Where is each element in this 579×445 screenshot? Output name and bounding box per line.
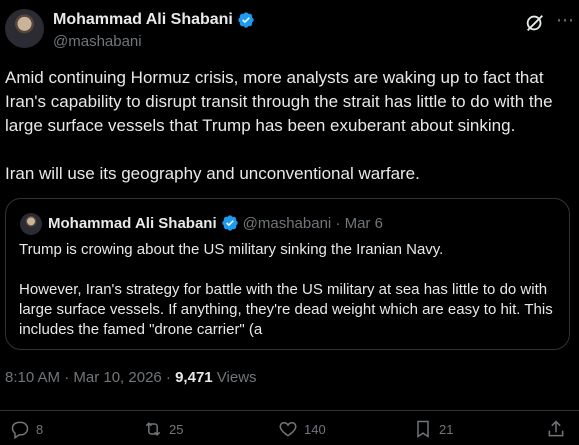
views-count: 9,471 <box>175 369 213 386</box>
verified-badge-icon <box>238 12 254 28</box>
author-name[interactable]: Mohammad Ali Shabani <box>53 11 233 29</box>
quote-header: Mohammad Ali Shabani @mashabani · Mar 6 <box>48 214 383 232</box>
author-name-row[interactable]: Mohammad Ali Shabani <box>53 11 255 29</box>
repost-icon <box>145 422 161 436</box>
tweet-text: Amid continuing Hormuz crisis, more anal… <box>5 68 553 183</box>
action-bar: 8 25 140 21 <box>0 410 579 445</box>
repost-count: 25 <box>169 421 184 437</box>
like-count: 140 <box>304 421 326 437</box>
grok-icon[interactable] <box>524 12 546 34</box>
heart-icon <box>279 421 297 437</box>
quote-author-avatar <box>20 213 42 235</box>
share-button[interactable] <box>546 419 566 439</box>
repost-button[interactable]: 25 <box>143 419 183 439</box>
bookmark-icon <box>417 420 429 438</box>
reply-button[interactable]: 8 <box>10 419 43 439</box>
author-handle[interactable]: @mashabani <box>53 33 142 50</box>
bookmark-count: 21 <box>439 421 454 437</box>
quote-text: Trump is crowing about the US military s… <box>19 241 553 338</box>
views-label: Views <box>212 369 257 386</box>
quote-author-name: Mohammad Ali Shabani <box>48 214 217 232</box>
bookmark-button[interactable]: 21 <box>413 419 453 439</box>
reply-count: 8 <box>36 421 44 437</box>
author-avatar[interactable] <box>5 9 44 48</box>
quoted-tweet[interactable]: Mohammad Ali Shabani @mashabani · Mar 6 … <box>5 198 570 350</box>
share-icon <box>548 420 564 437</box>
tweet-timestamp[interactable]: 8:10 AM · Mar 10, 2026 · 9,471 Views <box>5 369 257 386</box>
like-button[interactable]: 140 <box>278 419 326 439</box>
time-date[interactable]: 8:10 AM · Mar 10, 2026 · <box>5 369 175 386</box>
quote-handle-date: @mashabani · Mar 6 <box>242 214 383 232</box>
more-options-icon[interactable]: ⋯ <box>556 10 575 31</box>
reply-icon <box>11 421 29 439</box>
verified-badge-icon <box>221 215 238 231</box>
